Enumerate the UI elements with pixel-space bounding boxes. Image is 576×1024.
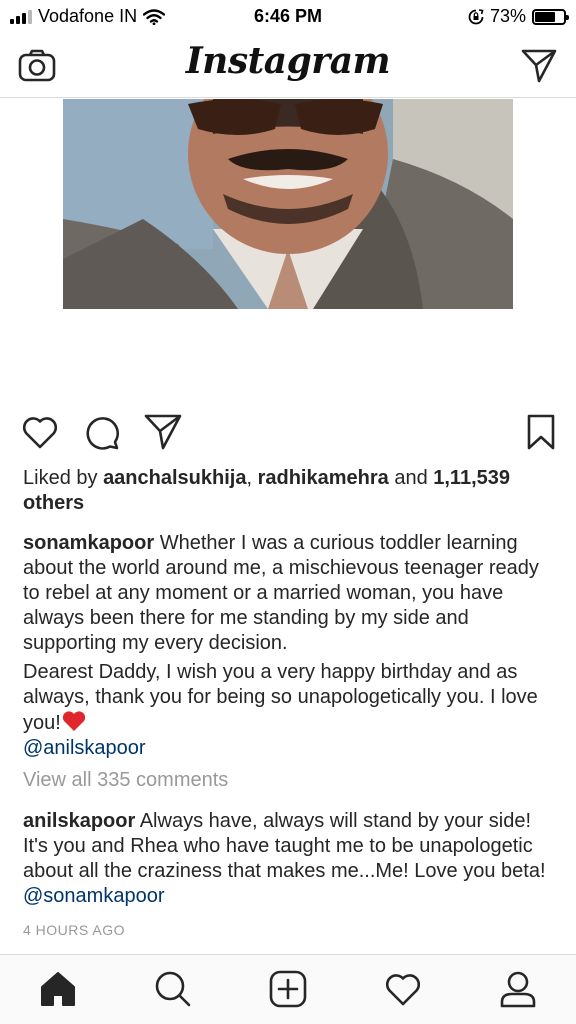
post-media [0, 99, 576, 399]
top-navigation: Instagram [0, 34, 576, 98]
comment-username[interactable]: anilskapoor [23, 810, 135, 832]
likes-prefix: Liked by [23, 467, 104, 489]
liker-username-1[interactable]: aanchalsukhija [103, 467, 246, 489]
caption-paragraph-2: Dearest Daddy, I wish you a very happy b… [23, 660, 553, 736]
new-post-icon[interactable] [268, 969, 308, 1009]
caption-text-2: Dearest Daddy, I wish you a very happy b… [23, 661, 538, 734]
like-heart-icon[interactable] [20, 412, 60, 452]
save-bookmark-icon[interactable] [521, 412, 561, 452]
activity-icon[interactable] [383, 969, 423, 1009]
search-icon[interactable] [153, 969, 193, 1009]
battery-fill [535, 11, 556, 22]
battery-percent: 73% [489, 6, 526, 26]
caption-username[interactable]: sonamkapoor [23, 532, 154, 554]
caption: sonamkapoor Whether I was a curious todd… [23, 531, 553, 656]
battery-icon [532, 8, 569, 25]
liker-username-2[interactable]: radhikamehra [258, 467, 389, 489]
view-all-comments-link[interactable]: View all 335 comments [23, 768, 553, 793]
likes-line: Liked by aanchalsukhija, radhikamehra an… [23, 466, 553, 516]
rotation-lock-icon [468, 8, 484, 24]
caption-mention[interactable]: @anilskapoor [23, 736, 553, 761]
comment-mention[interactable]: @sonamkapoor [23, 885, 164, 907]
comment-item: anilskapoor Always have, always will sta… [23, 809, 553, 909]
direct-message-icon[interactable] [520, 48, 558, 84]
post-details: Liked by aanchalsukhija, radhikamehra an… [23, 466, 553, 939]
status-bar: Vodafone IN 6:46 PM 73% [0, 0, 576, 34]
bottom-tab-bar [0, 954, 576, 1024]
battery-group: 73% [468, 6, 569, 27]
post-actions [0, 412, 576, 456]
post-timestamp: 4 HOURS AGO [23, 922, 125, 938]
likes-middle: and [388, 467, 434, 489]
profile-icon[interactable] [498, 969, 538, 1009]
likes-separator: , [246, 467, 258, 489]
instagram-logo: Instagram [185, 40, 391, 82]
comment-icon[interactable] [82, 412, 122, 452]
post-photo[interactable] [63, 99, 513, 309]
share-icon[interactable] [143, 412, 183, 452]
home-icon[interactable] [38, 969, 78, 1009]
red-heart-emoji-icon [62, 711, 85, 731]
